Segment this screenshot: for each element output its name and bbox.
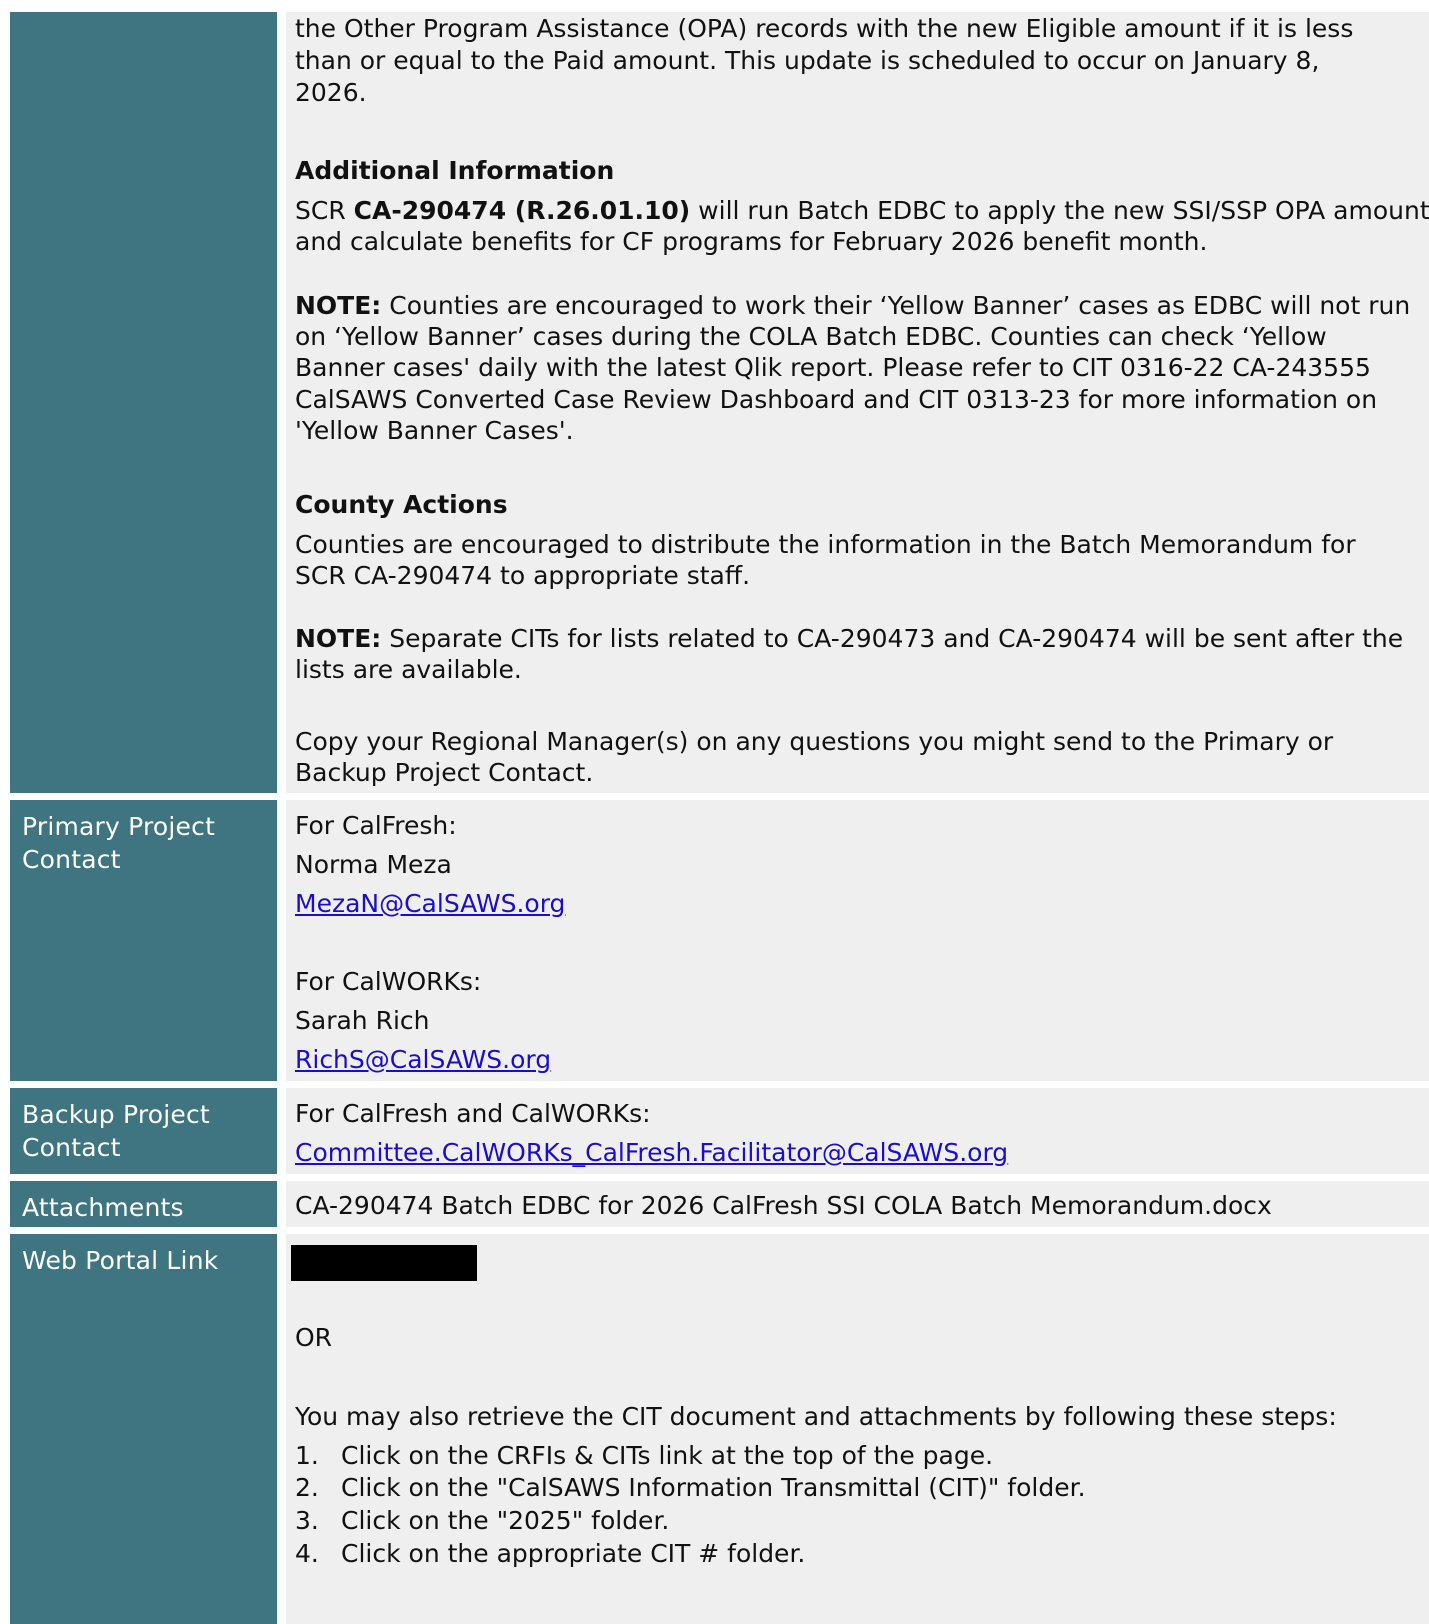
retrieve-instructions: You may also retrieve the CIT document a…	[295, 1402, 1337, 1431]
backup-contact-label: Backup Project Contact	[10, 1088, 277, 1174]
step-item: 2. Click on the "CalSAWS Information Tran…	[295, 1471, 1086, 1504]
step-item: 1. Click on the CRFIs & CITs link at the …	[295, 1439, 993, 1472]
attachments-value: CA-290474 Batch EDBC for 2026 CalFresh S…	[286, 1181, 1429, 1227]
redacted-link-block	[291, 1245, 477, 1281]
note-line: on ‘Yellow Banner’ cases during the COLA…	[295, 322, 1327, 351]
calworks-label: For CalWORKs:	[295, 967, 482, 996]
label-line: Primary Project	[22, 812, 216, 841]
calworks-contact-name: Sarah Rich	[295, 1006, 430, 1035]
or-text: OR	[295, 1323, 333, 1352]
web-portal-row: Web Portal Link OR You may also retrieve…	[10, 1234, 1429, 1624]
step-item: 3. Click on the "2025" folder.	[295, 1504, 669, 1537]
intro-line: 2026.	[295, 78, 367, 107]
note-line: NOTE: Counties are encouraged to work th…	[295, 289, 1410, 322]
calfresh-email-link[interactable]: MezaN@CalSAWS.org	[295, 887, 565, 920]
backup-for-label: For CalFresh and CalWORKs:	[295, 1099, 651, 1128]
scr-number: CA-290474 (R.26.01.10)	[353, 196, 691, 225]
web-portal-label: Web Portal Link	[10, 1234, 277, 1624]
county-note-line-2: lists are available.	[295, 655, 522, 684]
label-line: Backup Project	[22, 1100, 210, 1129]
copy-line: Backup Project Contact.	[295, 758, 594, 787]
county-actions-line: SCR CA-290474 to appropriate staff.	[295, 561, 751, 590]
note-text: Counties are encouraged to work their ‘Y…	[381, 291, 1411, 320]
step-number: 1.	[295, 1441, 319, 1470]
primary-contact-value: For CalFresh: Norma Meza MezaN@CalSAWS.o…	[286, 800, 1429, 1081]
calfresh-contact-name: Norma Meza	[295, 850, 452, 879]
scr-prefix: SCR	[295, 196, 354, 225]
description-label-cell	[10, 12, 277, 793]
attachments-row: Attachments CA-290474 Batch EDBC for 202…	[10, 1181, 1429, 1227]
note-line: Banner cases' daily with the latest Qlik…	[295, 353, 1371, 382]
cit-document-table: the Other Program Assistance (OPA) recor…	[10, 0, 1429, 1624]
label-line: Contact	[22, 845, 121, 874]
step-text: Click on the CRFIs & CITs link at the to…	[341, 1441, 994, 1470]
attachments-label: Attachments	[10, 1181, 277, 1227]
step-text: Click on the "2025" folder.	[341, 1506, 670, 1535]
description-value-cell: the Other Program Assistance (OPA) recor…	[286, 12, 1429, 793]
intro-line: the Other Program Assistance (OPA) recor…	[295, 14, 1354, 43]
intro-line: than or equal to the Paid amount. This u…	[295, 46, 1320, 75]
step-text: Click on the "CalSAWS Information Transm…	[341, 1473, 1086, 1502]
county-note-line: NOTE: Separate CITs for lists related to…	[295, 622, 1403, 655]
label-line: Contact	[22, 1133, 121, 1162]
backup-contact-row: Backup Project Contact For CalFresh and …	[10, 1088, 1429, 1174]
backup-contact-value: For CalFresh and CalWORKs: Committee.Cal…	[286, 1088, 1429, 1174]
additional-information-heading: Additional Information	[295, 156, 615, 185]
county-actions-heading: County Actions	[295, 490, 508, 519]
primary-contact-row: Primary Project Contact For CalFresh: No…	[10, 800, 1429, 1081]
step-text: Click on the appropriate CIT # folder.	[341, 1539, 806, 1568]
calworks-email-link[interactable]: RichS@CalSAWS.org	[295, 1043, 551, 1076]
calfresh-label: For CalFresh:	[295, 811, 457, 840]
attachment-filename: CA-290474 Batch EDBC for 2026 CalFresh S…	[295, 1191, 1272, 1220]
step-number: 3.	[295, 1506, 319, 1535]
scr-line-2: and calculate benefits for CF programs f…	[295, 227, 1208, 256]
note-line: 'Yellow Banner Cases'.	[295, 416, 574, 445]
facilitator-email-link[interactable]: Committee.CalWORKs_CalFresh.Facilitator@…	[295, 1136, 1008, 1169]
label-line: Web Portal Link	[22, 1246, 219, 1275]
label-line: Attachments	[22, 1193, 184, 1222]
step-number: 4.	[295, 1539, 319, 1568]
note-text: Separate CITs for lists related to CA-29…	[381, 624, 1404, 653]
step-number: 2.	[295, 1473, 319, 1502]
web-portal-value: OR You may also retrieve the CIT documen…	[286, 1234, 1429, 1624]
step-item: 4. Click on the appropriate CIT # folder.	[295, 1537, 805, 1570]
note-label: NOTE:	[295, 624, 382, 653]
county-actions-line: Counties are encouraged to distribute th…	[295, 530, 1356, 559]
scr-text: will run Batch EDBC to apply the new SSI…	[690, 196, 1429, 225]
primary-contact-label: Primary Project Contact	[10, 800, 277, 1081]
note-line: CalSAWS Converted Case Review Dashboard …	[295, 385, 1378, 414]
scr-line: SCR CA-290474 (R.26.01.10) will run Batc…	[295, 194, 1429, 227]
description-row: the Other Program Assistance (OPA) recor…	[10, 12, 1429, 793]
note-label: NOTE:	[295, 291, 382, 320]
copy-line: Copy your Regional Manager(s) on any que…	[295, 727, 1334, 756]
